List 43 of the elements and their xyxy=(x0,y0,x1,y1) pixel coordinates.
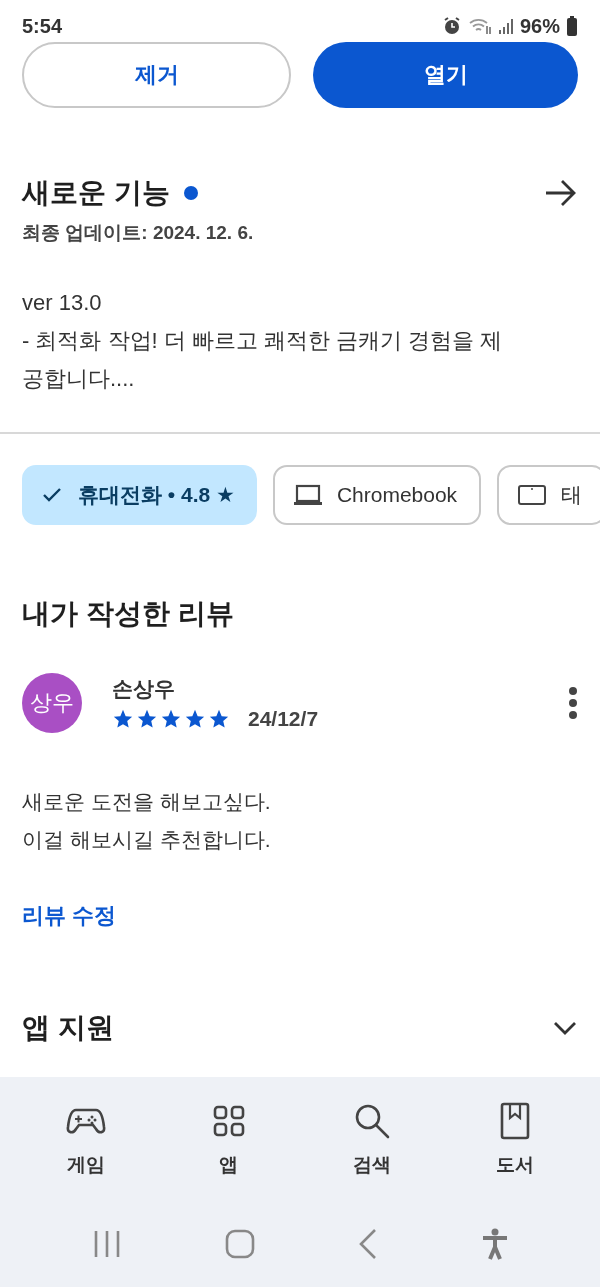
device-chip[interactable]: 휴대전화 • 4.8 ★ xyxy=(22,465,257,525)
chip-label: Chromebook xyxy=(336,483,458,507)
star-icon xyxy=(136,708,158,730)
star-icon xyxy=(160,708,182,730)
edit-review-link[interactable]: 리뷰 수정 xyxy=(22,901,117,931)
battery-percent: 96% xyxy=(519,14,560,38)
device-chip[interactable]: Chromebook xyxy=(272,465,482,525)
nav-tab[interactable]: 검색 xyxy=(316,1099,427,1210)
review-text: 새로운 도전을 해보고싶다. 이걸 해보시길 추천합니다. xyxy=(22,789,272,853)
grid-icon xyxy=(211,1104,246,1138)
device-chip[interactable]: 태 xyxy=(497,465,600,525)
laptop-icon xyxy=(292,483,323,507)
version-label: ver 13.0 xyxy=(22,289,103,317)
chip-label: 태 xyxy=(561,482,583,508)
nav-tab[interactable]: 게임 xyxy=(30,1099,141,1210)
wifi-icon xyxy=(467,16,492,36)
back-icon[interactable] xyxy=(357,1227,378,1260)
uninstall-button[interactable]: 제거 xyxy=(22,42,291,108)
star-icon xyxy=(208,708,230,730)
section-title: 앱 지원 xyxy=(22,1011,114,1045)
review-date: 24/12/7 xyxy=(248,707,319,731)
status-time: 5:54 xyxy=(22,14,63,38)
book-icon xyxy=(498,1102,531,1140)
avatar: 상우 xyxy=(22,673,82,733)
release-notes: - 최적화 작업! 더 빠르고 쾌적한 금캐기 경험을 제공합니다.... xyxy=(22,327,504,393)
section-title: 새로운 기능 xyxy=(22,176,170,210)
nav-tab[interactable]: 도서 xyxy=(459,1099,570,1210)
home-icon[interactable] xyxy=(224,1228,255,1259)
arrow-right-icon[interactable] xyxy=(544,178,578,208)
star-icon xyxy=(112,708,134,730)
section-title: 내가 작성한 리뷰 xyxy=(22,598,234,629)
chip-label: 휴대전화 • 4.8 ★ xyxy=(78,482,235,508)
nav-tab[interactable]: 앱 xyxy=(173,1099,284,1210)
tablet-icon xyxy=(517,483,548,507)
more-icon[interactable] xyxy=(568,686,578,720)
battery-icon xyxy=(566,16,578,36)
chevron-down-icon[interactable] xyxy=(552,1020,578,1036)
star-icon xyxy=(184,708,206,730)
reviewer-name: 손상우 xyxy=(112,676,176,702)
open-button[interactable]: 열기 xyxy=(313,42,578,108)
update-date: 최종 업데이트: 2024. 12. 6. xyxy=(22,221,255,245)
signal-icon xyxy=(497,17,514,35)
accessibility-icon[interactable] xyxy=(480,1227,509,1260)
